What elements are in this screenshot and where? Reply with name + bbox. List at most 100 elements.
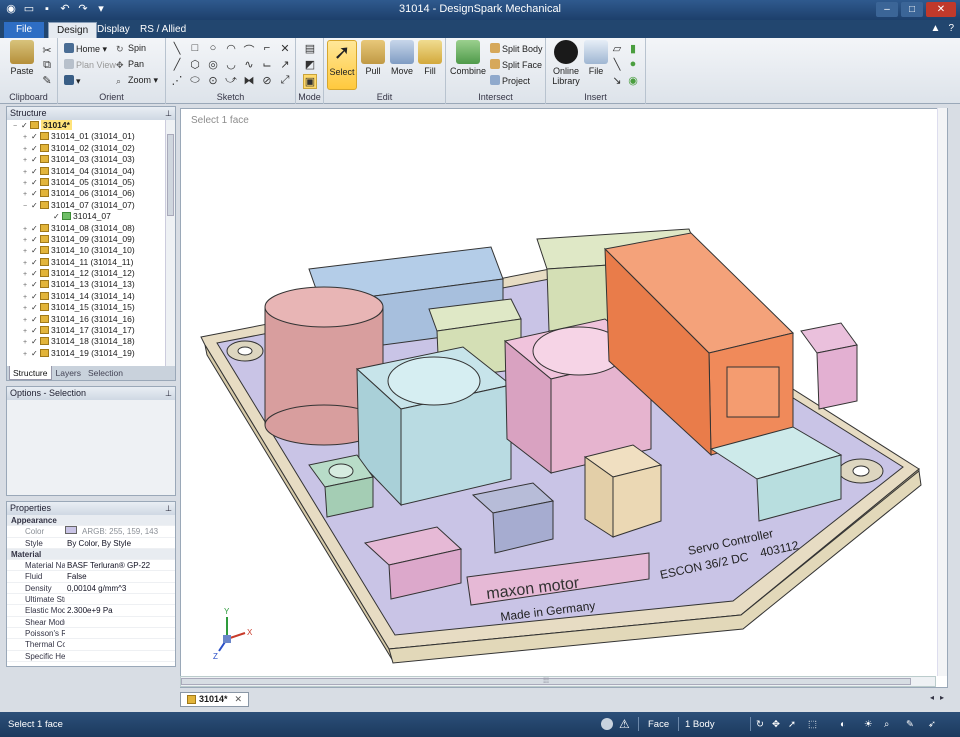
tree-item[interactable]: + ✓ 31014_12 (31014_12) — [7, 268, 165, 279]
tree-item[interactable]: + ✓ 31014_17 (31014_17) — [7, 325, 165, 336]
prev-document-icon[interactable]: ◂ — [930, 693, 934, 702]
ellipse-tool-icon[interactable]: ⬭ — [188, 74, 202, 87]
tree-item[interactable]: + ✓ 31014_19 (31014_19) — [7, 348, 165, 359]
document-tab[interactable]: 31014* ✕ — [180, 692, 250, 707]
visibility-check-icon[interactable]: ✓ — [53, 211, 62, 222]
box-select-icon[interactable]: ⬚ — [808, 719, 817, 730]
visibility-check-icon[interactable]: ✓ — [31, 200, 40, 211]
tree-item[interactable]: + ✓ 31014_10 (31014_10) — [7, 245, 165, 256]
visibility-check-icon[interactable]: ✓ — [31, 268, 40, 279]
construction-line-icon[interactable]: ⋰ — [170, 74, 184, 87]
property-value[interactable] — [65, 617, 175, 627]
online-library-button[interactable]: Online Library — [550, 40, 582, 86]
axis-icon[interactable]: ╲ — [610, 58, 624, 71]
property-row[interactable]: Shear Modu — [7, 617, 175, 628]
inductor-blue-core[interactable] — [387, 356, 481, 406]
visibility-check-icon[interactable]: ✓ — [31, 143, 40, 154]
tree-item[interactable]: + ✓ 31014_03 (31014_03) — [7, 154, 165, 165]
section-mode-icon[interactable]: ◩ — [303, 58, 317, 71]
visibility-check-icon[interactable]: ✓ — [31, 325, 40, 336]
zoom-extents-icon[interactable]: ⌕ — [884, 719, 889, 730]
minimize-button[interactable]: – — [876, 2, 898, 17]
visibility-check-icon[interactable]: ✓ — [31, 154, 40, 165]
pin-icon[interactable]: ⊥ — [165, 387, 172, 400]
pull-button[interactable]: Pull — [360, 40, 386, 76]
sphere-icon[interactable]: ● — [626, 58, 640, 70]
split-face-button[interactable]: Split Face — [490, 59, 542, 70]
split-body-button[interactable]: Split Body — [490, 43, 543, 54]
bend-tool-icon[interactable]: ⤻ — [224, 74, 238, 87]
cut-icon[interactable]: ✂ — [40, 44, 54, 57]
visibility-check-icon[interactable]: ✓ — [31, 291, 40, 302]
tree-item[interactable]: + ✓ 31014_09 (31014_09) — [7, 234, 165, 245]
measure-icon[interactable]: ✎ — [906, 719, 914, 730]
model-render[interactable]: maxon motor Made in Germany Servo Contro… — [181, 109, 948, 688]
tab-file[interactable]: File — [4, 22, 44, 38]
visibility-check-icon[interactable]: ✓ — [31, 177, 40, 188]
tab-layers[interactable]: Layers — [53, 366, 85, 380]
tree-item[interactable]: + ✓ 31014_13 (31014_13) — [7, 279, 165, 290]
tree-item[interactable]: + ✓ 31014_08 (31014_08) — [7, 223, 165, 234]
visibility-check-icon[interactable]: ✓ — [31, 223, 40, 234]
offset-curve-icon[interactable]: ⌙ — [260, 58, 274, 71]
format-painter-icon[interactable]: ✎ — [40, 74, 54, 87]
maximize-button[interactable]: □ — [901, 2, 923, 17]
tab-selection[interactable]: Selection — [85, 366, 126, 380]
tree-root[interactable]: − ✓ 31014* — [7, 120, 165, 131]
warning-icon[interactable]: ⚠ — [619, 717, 630, 731]
3d-viewport[interactable]: Select 1 face maxon motor Made in German… — [180, 108, 948, 688]
tree-item[interactable]: + ✓ 31014_18 (31014_18) — [7, 336, 165, 347]
property-value[interactable]: By Color, By Style — [65, 538, 175, 548]
visibility-check-icon[interactable]: ✓ — [31, 348, 40, 359]
move-button[interactable]: Move — [388, 40, 416, 76]
spin-button[interactable]: ↻ Spin — [116, 43, 146, 54]
polygon-tool-icon[interactable]: ⬡ — [188, 58, 202, 71]
visibility-check-icon[interactable]: ✓ — [31, 279, 40, 290]
spline-tool-icon[interactable]: ∿ — [242, 58, 256, 71]
tangent-arc-icon[interactable]: ⌒ — [242, 42, 256, 58]
property-row[interactable]: Ultimate Str — [7, 594, 175, 606]
tree-item[interactable]: + ✓ 31014_14 (31014_14) — [7, 291, 165, 302]
selection-filter[interactable]: Face — [648, 719, 669, 730]
tree-item[interactable]: + ✓ 31014_02 (31014_02) — [7, 143, 165, 154]
horizontal-scroll-thumb[interactable]: ⁞⁞⁞ — [181, 678, 911, 685]
visibility-check-icon[interactable]: ✓ — [31, 188, 40, 199]
zoom-button[interactable]: ⌕ Zoom ▾ — [116, 75, 158, 86]
viewport-vertical-scrollbar[interactable] — [937, 108, 947, 676]
origin-icon[interactable]: ↘ — [610, 74, 624, 87]
line-tool-icon[interactable]: ╲ — [170, 42, 184, 55]
tree-scrollbar[interactable] — [165, 120, 175, 366]
paste-button[interactable]: Paste — [8, 40, 36, 76]
close-button[interactable]: ✕ — [926, 2, 956, 17]
tree-item[interactable]: + ✓ 31014_01 (31014_01) — [7, 131, 165, 142]
tab-rs-allied[interactable]: RS / Allied — [132, 22, 194, 38]
cylinder-icon[interactable]: ▮ — [626, 42, 640, 55]
property-row[interactable]: Specific He — [7, 651, 175, 662]
point-tool-icon[interactable]: ⊙ — [206, 74, 220, 87]
property-value[interactable]: BASF Terluran® GP-22 — [65, 560, 175, 570]
tree-item[interactable]: + ✓ 31014_04 (31014_04) — [7, 166, 165, 177]
tree-item[interactable]: + ✓ 31014_06 (31014_06) — [7, 188, 165, 199]
property-row[interactable]: Thermal Co — [7, 639, 175, 651]
visibility-check-icon[interactable]: ✓ — [21, 120, 30, 131]
document-close-icon[interactable]: ✕ — [235, 693, 243, 706]
rotate-view-icon[interactable]: ↻ — [756, 719, 764, 730]
axis-triad[interactable]: Y X Z — [213, 607, 253, 661]
help-icon[interactable]: ? — [948, 23, 954, 34]
visibility-check-icon[interactable]: ✓ — [31, 166, 40, 177]
tree-item[interactable]: ✓ 31014_07 — [7, 211, 165, 222]
property-value[interactable] — [65, 639, 175, 649]
visibility-toggle-icon[interactable] — [601, 718, 613, 730]
scale-tool-icon[interactable]: ⤢ — [278, 74, 292, 87]
tangent-line-icon[interactable]: ╱ — [170, 58, 184, 71]
tab-display[interactable]: Display — [89, 22, 138, 38]
plan-view-button[interactable]: Plan View — [64, 59, 116, 70]
next-document-icon[interactable]: ▸ — [940, 693, 944, 702]
property-value[interactable]: 2.300e+9 Pa — [65, 605, 175, 615]
visibility-check-icon[interactable]: ✓ — [31, 314, 40, 325]
pin-icon[interactable]: ⊥ — [165, 502, 172, 515]
visibility-check-icon[interactable]: ✓ — [31, 245, 40, 256]
property-value[interactable] — [65, 628, 175, 638]
property-row[interactable]: Density 0,00104 g/mm^3 — [7, 583, 175, 595]
fill-button[interactable]: Fill — [418, 40, 442, 76]
